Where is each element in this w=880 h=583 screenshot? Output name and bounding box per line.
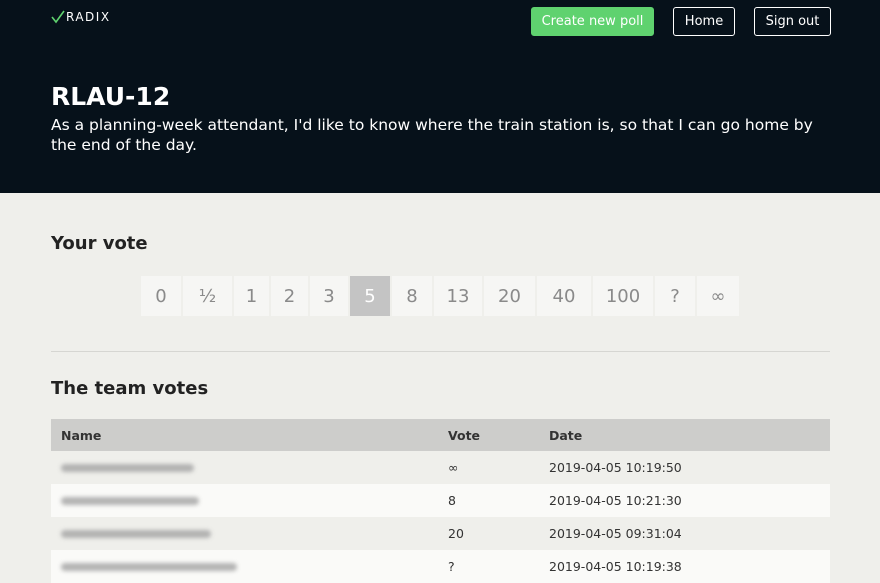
vote-card[interactable]: 13: [434, 276, 482, 316]
vote-card[interactable]: ∞: [697, 276, 739, 316]
table-header: Name Vote Date: [51, 419, 830, 451]
vote-card[interactable]: 3: [310, 276, 348, 316]
vote-card[interactable]: 40: [537, 276, 591, 316]
column-header-vote: Vote: [448, 427, 481, 443]
vote-date: 2019-04-05 10:19:50: [549, 460, 682, 475]
vote-card[interactable]: 0: [141, 276, 181, 316]
table-row: ∞ 2019-04-05 10:19:50: [51, 451, 830, 484]
logo-text: RADIX: [66, 10, 111, 24]
table-row: 20 2019-04-05 09:31:04: [51, 517, 830, 550]
vote-card[interactable]: 100: [593, 276, 653, 316]
vote-card[interactable]: 1: [234, 276, 269, 316]
column-header-name: Name: [61, 427, 102, 443]
vote-card-selected[interactable]: 5: [350, 276, 390, 316]
voter-name-redacted: [51, 493, 448, 508]
vote-card[interactable]: 2: [271, 276, 308, 316]
logo[interactable]: RADIX: [51, 10, 111, 24]
team-votes-heading: The team votes: [51, 378, 209, 399]
vote-date: 2019-04-05 10:19:38: [549, 559, 682, 574]
top-nav: Create new poll Home Sign out: [531, 7, 831, 36]
home-button[interactable]: Home: [673, 7, 735, 36]
vote-date: 2019-04-05 09:31:04: [549, 526, 682, 541]
vote-date: 2019-04-05 10:21:30: [549, 493, 682, 508]
story-description: As a planning-week attendant, I'd like t…: [51, 116, 813, 154]
section-divider: [51, 351, 830, 352]
vote-card[interactable]: ?: [655, 276, 695, 316]
vote-value: ?: [448, 559, 455, 574]
vote-value: 8: [448, 493, 456, 508]
sign-out-button[interactable]: Sign out: [754, 7, 831, 36]
story-title: RLAU-12: [51, 82, 171, 111]
create-poll-button[interactable]: Create new poll: [531, 7, 654, 36]
team-votes-table: Name Vote Date ∞ 2019-04-05 10:19:50 8 2…: [51, 419, 830, 583]
column-header-date: Date: [549, 427, 583, 443]
vote-card[interactable]: ½: [183, 276, 232, 316]
voter-name-redacted: [51, 526, 448, 541]
vote-value: ∞: [448, 460, 459, 475]
page-header: RADIX Create new poll Home Sign out RLAU…: [0, 0, 880, 193]
table-row: 8 2019-04-05 10:21:30: [51, 484, 830, 517]
your-vote-heading: Your vote: [51, 233, 148, 254]
checkmark-icon: [51, 10, 65, 24]
vote-card[interactable]: 8: [392, 276, 432, 316]
vote-value: 20: [448, 526, 464, 541]
vote-card-deck: 0 ½ 1 2 3 5 8 13 20 40 100 ? ∞: [141, 276, 739, 316]
table-row: ? 2019-04-05 10:19:38: [51, 550, 830, 583]
voter-name-redacted: [51, 559, 448, 574]
voter-name-redacted: [51, 460, 448, 475]
vote-card[interactable]: 20: [484, 276, 535, 316]
